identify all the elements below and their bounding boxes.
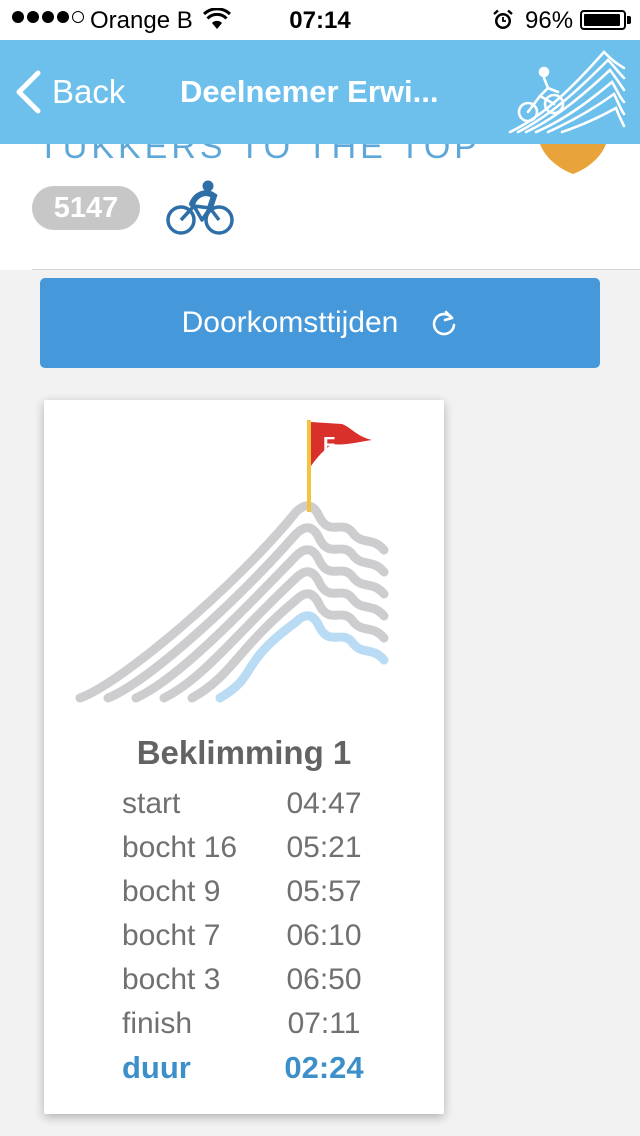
cyclist-icon	[166, 180, 234, 235]
team-shield-icon	[540, 144, 606, 174]
back-label: Back	[52, 73, 126, 110]
checkpoint-time: 06:10	[286, 919, 362, 952]
climb-card: F Beklimming 1 start 04:47 bocht 16 05:2…	[44, 400, 444, 1114]
checkpoint-label: finish	[122, 1007, 193, 1040]
page-title: Deelnemer Erwi...	[180, 74, 439, 109]
checkpoint-label: bocht 7	[122, 919, 221, 952]
checkpoint-label: bocht 3	[122, 963, 221, 996]
chevron-left-icon	[16, 70, 41, 114]
time-row-bocht-3: bocht 3 06:50	[122, 958, 372, 1002]
refresh-icon	[433, 310, 456, 336]
checkpoint-label: start	[122, 787, 181, 820]
checkpoint-time: 06:50	[286, 963, 362, 996]
checkpoint-time: 05:57	[286, 875, 362, 908]
climb-title: Beklimming 1	[136, 734, 352, 771]
flag-letter: F	[323, 434, 335, 456]
passage-times-list: start 04:47 bocht 16 05:21 bocht 9 05:57…	[122, 782, 372, 1090]
duration-time: 02:24	[284, 1050, 364, 1085]
checkpoint-time: 05:21	[286, 831, 362, 864]
time-row-bocht-7: bocht 7 06:10	[122, 914, 372, 958]
time-row-bocht-9: bocht 9 05:57	[122, 870, 372, 914]
status-bar: Orange B 07:14 96%	[0, 0, 640, 40]
passage-times-refresh-button[interactable]: Doorkomsttijden	[40, 278, 600, 368]
time-row-duration: duur 02:24	[122, 1046, 372, 1090]
back-button[interactable]: Back	[14, 70, 125, 114]
time-row-finish: finish 07:11	[122, 1002, 372, 1046]
time-row-bocht-16: bocht 16 05:21	[122, 826, 372, 870]
checkpoint-time: 07:11	[287, 1007, 361, 1040]
checkpoint-label: bocht 16	[122, 831, 238, 864]
navigation-bar: Back Deelnemer Erwi...	[0, 40, 640, 144]
battery-percentage: 96%	[525, 7, 574, 34]
mountain-progress-illustration: F	[75, 420, 389, 703]
duration-label: duur	[122, 1050, 191, 1085]
battery-icon	[580, 10, 626, 30]
finish-flag-icon: F	[307, 420, 372, 512]
refresh-button-label: Doorkomsttijden	[181, 306, 399, 339]
checkpoint-time: 04:47	[286, 787, 362, 820]
time-row-start: start 04:47	[122, 782, 372, 826]
climbing-cyclist-logo-icon	[508, 50, 626, 134]
battery-tip	[627, 16, 631, 24]
bib-number-badge: 5147	[32, 186, 140, 230]
alarm-icon	[493, 9, 513, 29]
divider	[32, 269, 640, 270]
team-name: TUKKERS TO THE TOP	[38, 144, 481, 166]
participant-panel: TUKKERS TO THE TOP 5147	[0, 144, 640, 270]
checkpoint-label: bocht 9	[122, 875, 221, 908]
mountain-layers	[75, 501, 389, 703]
